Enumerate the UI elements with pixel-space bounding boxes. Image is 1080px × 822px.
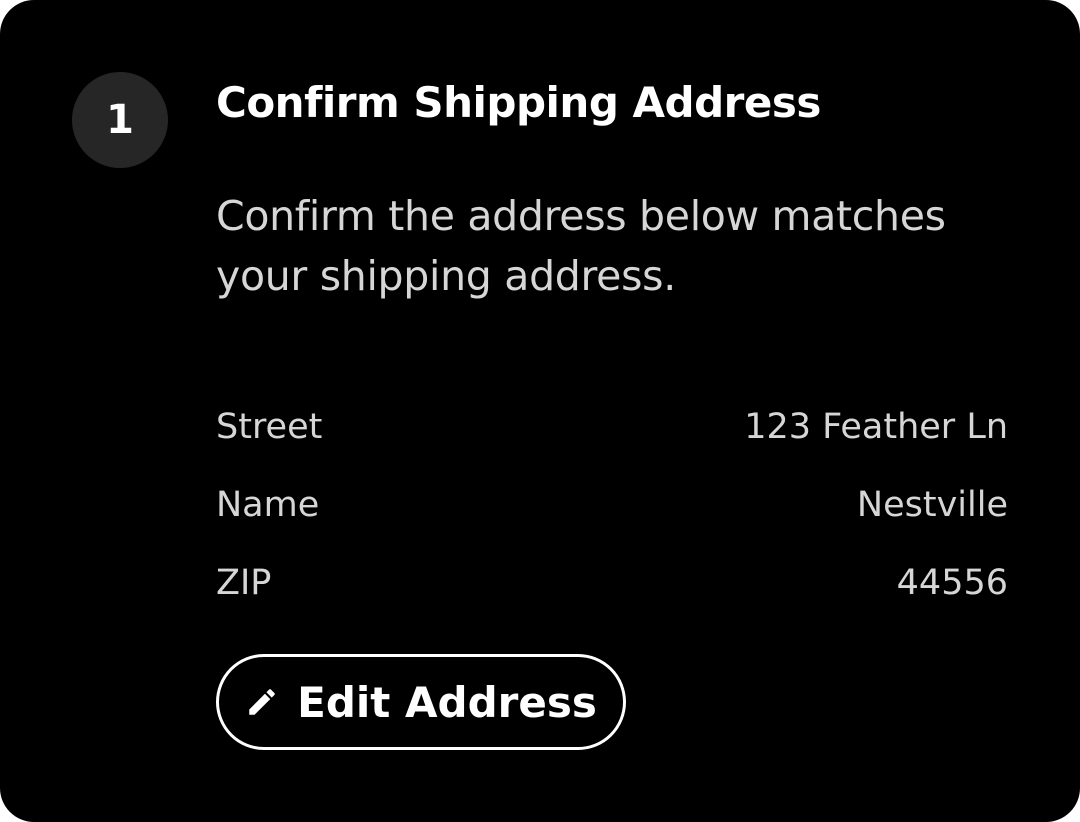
pencil-icon xyxy=(245,685,279,719)
step-number: 1 xyxy=(106,97,134,143)
address-label: ZIP xyxy=(216,563,272,603)
address-label: Name xyxy=(216,485,320,525)
address-value: 44556 xyxy=(896,563,1008,603)
address-row-street: Street 123 Feather Ln xyxy=(216,388,1008,466)
edit-address-button[interactable]: Edit Address xyxy=(216,654,626,750)
card-title: Confirm Shipping Address xyxy=(216,78,821,127)
address-value: Nestville xyxy=(856,485,1008,525)
shipping-address-card: 1 Confirm Shipping Address Confirm the a… xyxy=(0,0,1080,822)
address-label: Street xyxy=(216,407,323,447)
address-row-name: Name Nestville xyxy=(216,466,1008,544)
address-details: Street 123 Feather Ln Name Nestville ZIP… xyxy=(216,388,1008,622)
address-value: 123 Feather Ln xyxy=(744,407,1008,447)
card-description: Confirm the address below matches your s… xyxy=(216,192,946,300)
edit-address-label: Edit Address xyxy=(297,677,597,727)
step-number-badge: 1 xyxy=(72,72,168,168)
address-row-zip: ZIP 44556 xyxy=(216,544,1008,622)
